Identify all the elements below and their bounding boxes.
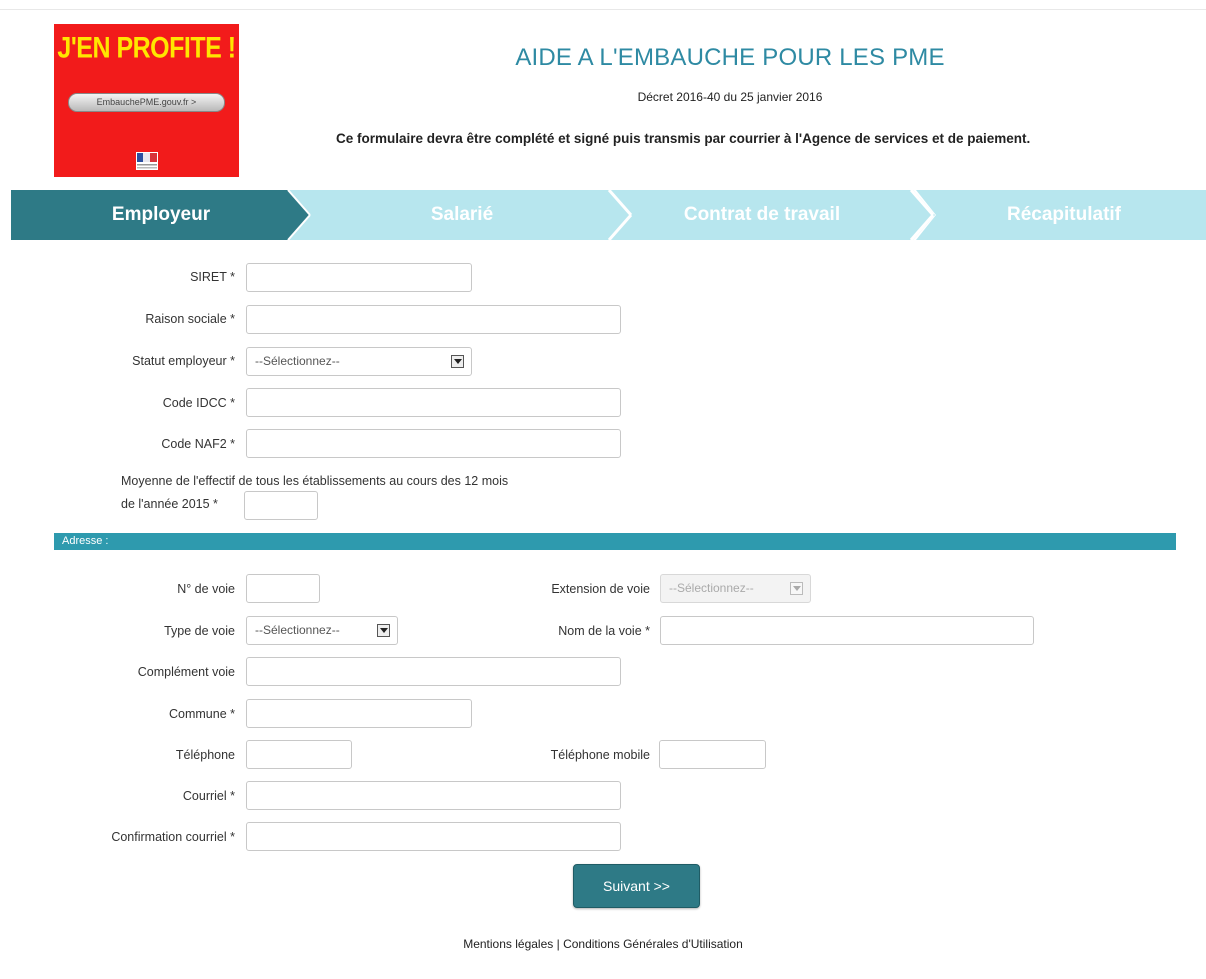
footer-separator: | — [553, 937, 564, 951]
effectif-label-line2: de l'année 2015 * — [121, 497, 218, 511]
dropdown-arrow-icon — [377, 624, 390, 637]
nom-voie-input[interactable] — [660, 616, 1034, 645]
code-naf2-input[interactable] — [246, 429, 621, 458]
next-button[interactable]: Suivant >> — [573, 864, 700, 908]
numero-voie-input[interactable] — [246, 574, 320, 603]
statut-employeur-label: Statut employeur * — [132, 354, 235, 368]
raison-sociale-input[interactable] — [246, 305, 621, 334]
promo-url-pill: EmbauchePME.gouv.fr > — [68, 93, 225, 112]
courriel-input[interactable] — [246, 781, 621, 810]
type-voie-select[interactable]: --Sélectionnez-- — [246, 616, 398, 645]
confirmation-courriel-input[interactable] — [246, 822, 621, 851]
telephone-input[interactable] — [246, 740, 352, 769]
type-voie-value: --Sélectionnez-- — [255, 623, 340, 637]
code-idcc-input[interactable] — [246, 388, 621, 417]
step-contrat[interactable]: Contrat de travail — [612, 190, 912, 240]
cgu-link[interactable]: Conditions Générales d'Utilisation — [563, 937, 743, 951]
progress-steps: Employeur Salarié Contrat de travail Réc… — [0, 186, 1206, 240]
commune-label: Commune * — [169, 707, 235, 721]
telephone-mobile-label: Téléphone mobile — [550, 748, 650, 762]
telephone-label: Téléphone — [175, 748, 235, 762]
marianne-flag-icon — [136, 152, 158, 170]
effectif-label-line1: Moyenne de l'effectif de tous les établi… — [121, 474, 509, 488]
raison-sociale-label: Raison sociale * — [145, 312, 235, 326]
statut-employeur-select[interactable]: --Sélectionnez-- — [246, 347, 472, 376]
dropdown-arrow-icon — [790, 582, 803, 595]
code-idcc-label: Code IDCC * — [162, 396, 235, 410]
extension-voie-label: Extension de voie — [551, 582, 650, 596]
decree-reference: Décret 2016-40 du 25 janvier 2016 — [637, 90, 823, 104]
telephone-mobile-input[interactable] — [659, 740, 766, 769]
nom-voie-label: Nom de la voie * — [558, 624, 650, 638]
address-section-header: Adresse : — [54, 533, 1176, 550]
page-title: AIDE A L'EMBAUCHE POUR LES PME — [515, 44, 945, 71]
extension-voie-select[interactable]: --Sélectionnez-- — [660, 574, 811, 603]
confirmation-courriel-label: Confirmation courriel * — [111, 830, 235, 844]
effectif-input[interactable] — [244, 491, 318, 520]
numero-voie-label: N° de voie — [177, 582, 235, 596]
step-recapitulatif[interactable]: Récapitulatif — [914, 190, 1206, 240]
commune-input[interactable] — [246, 699, 472, 728]
complement-voie-input[interactable] — [246, 657, 621, 686]
promo-logo[interactable]: J'EN PROFITE ! EmbauchePME.gouv.fr > — [54, 24, 239, 177]
step-salarie[interactable]: Salarié — [312, 190, 612, 240]
complement-voie-label: Complément voie — [137, 665, 235, 679]
promo-headline: J'EN PROFITE ! — [57, 31, 236, 65]
step-employeur[interactable]: Employeur — [11, 190, 311, 240]
code-naf2-label: Code NAF2 * — [161, 437, 235, 451]
footer: Mentions légales | Conditions Générales … — [0, 937, 1206, 951]
siret-label: SIRET * — [190, 270, 235, 284]
dropdown-arrow-icon — [451, 355, 464, 368]
submission-notice: Ce formulaire devra être complété et sig… — [336, 131, 1031, 146]
siret-input[interactable] — [246, 263, 472, 292]
extension-voie-value: --Sélectionnez-- — [669, 581, 754, 595]
top-divider — [0, 9, 1206, 10]
statut-employeur-value: --Sélectionnez-- — [255, 354, 340, 368]
type-voie-label: Type de voie — [164, 624, 235, 638]
mentions-legales-link[interactable]: Mentions légales — [463, 937, 553, 951]
courriel-label: Courriel * — [182, 789, 235, 803]
